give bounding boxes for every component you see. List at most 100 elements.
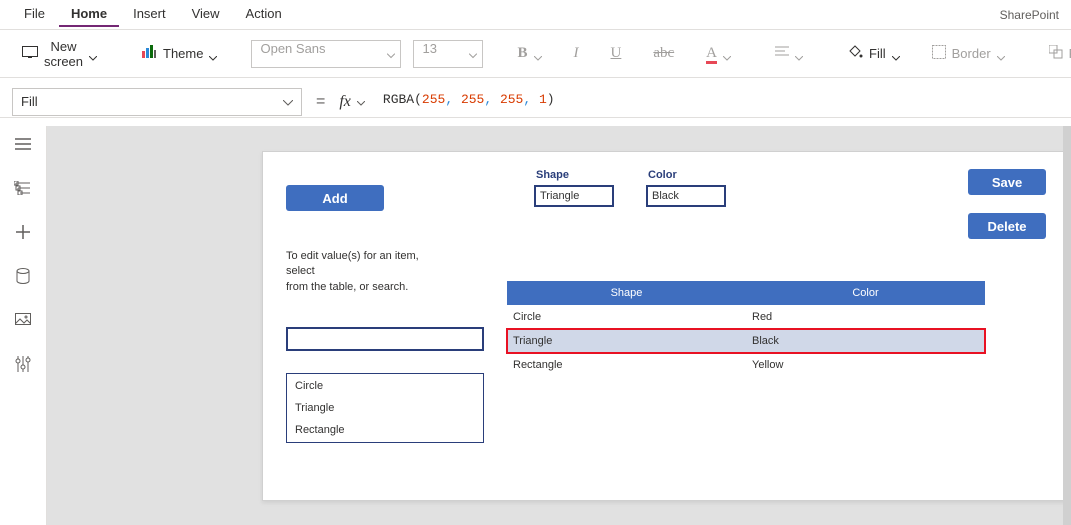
table-row[interactable]: Circle Red xyxy=(507,305,985,329)
reorder-button[interactable]: Reorde xyxy=(1039,39,1071,68)
list-item[interactable]: Rectangle xyxy=(295,424,475,436)
chevron-down-icon xyxy=(357,94,365,109)
list-item[interactable]: Triangle xyxy=(295,402,475,414)
table-cell: Rectangle xyxy=(507,359,746,371)
formula-arg: 255 xyxy=(461,92,484,107)
fx-button[interactable]: fx xyxy=(339,93,365,111)
theme-button[interactable]: Theme xyxy=(131,39,227,68)
align-icon xyxy=(775,46,789,61)
list-item[interactable]: Circle xyxy=(295,380,475,392)
help-line: To edit value(s) for an item, select xyxy=(286,249,446,280)
chevron-down-icon xyxy=(209,50,217,58)
italic-icon: I xyxy=(574,45,579,62)
fill-button[interactable]: Fill xyxy=(837,39,910,68)
font-size-value: 13 xyxy=(413,40,483,68)
brand-label: SharePoint xyxy=(1000,8,1059,22)
shape-input[interactable] xyxy=(534,185,614,207)
font-size-select[interactable]: 13 xyxy=(413,40,483,68)
search-input[interactable] xyxy=(286,327,484,351)
fields-group: Shape Color xyxy=(534,169,726,207)
menu-action[interactable]: Action xyxy=(234,2,294,27)
font-color-icon: A xyxy=(706,45,717,62)
underline-icon: U xyxy=(611,45,622,62)
italic-button[interactable]: I xyxy=(564,39,589,68)
property-select[interactable]: Fill xyxy=(12,88,302,116)
menu-insert[interactable]: Insert xyxy=(121,2,178,27)
bold-icon: B xyxy=(517,45,527,62)
table-header-color: Color xyxy=(746,281,985,305)
font-select[interactable]: Open Sans xyxy=(251,40,401,68)
table-header: Shape Color xyxy=(507,281,985,305)
new-screen-label: New screen xyxy=(44,39,83,69)
tree-view-icon[interactable] xyxy=(13,178,33,198)
color-field: Color xyxy=(646,169,726,207)
chevron-down-icon xyxy=(795,50,803,58)
color-label: Color xyxy=(646,169,726,181)
save-button[interactable]: Save xyxy=(968,169,1046,195)
menu-file[interactable]: File xyxy=(12,2,57,27)
border-label: Border xyxy=(952,46,991,61)
align-button[interactable] xyxy=(765,40,813,67)
data-icon[interactable] xyxy=(13,266,33,286)
shape-field: Shape xyxy=(534,169,614,207)
button-group: Save Delete xyxy=(968,169,1046,239)
formula-arg: 255 xyxy=(500,92,523,107)
formula-open: ( xyxy=(414,92,422,107)
underline-button[interactable]: U xyxy=(601,39,632,68)
chevron-down-icon xyxy=(283,94,293,109)
chevron-down-icon xyxy=(892,50,900,58)
new-screen-button[interactable]: New screen xyxy=(12,33,107,75)
fx-icon: fx xyxy=(339,93,351,111)
chevron-down-icon xyxy=(723,50,731,58)
add-button[interactable]: Add xyxy=(286,185,384,211)
settings-icon[interactable] xyxy=(13,354,33,374)
hamburger-icon[interactable] xyxy=(13,134,33,154)
formula-arg: 1 xyxy=(539,92,547,107)
fill-label: Fill xyxy=(869,46,886,61)
table-cell: Triangle xyxy=(507,335,746,347)
help-text: To edit value(s) for an item, select fro… xyxy=(286,249,446,295)
table-cell: Yellow xyxy=(746,359,985,371)
canvas-page[interactable]: Add To edit value(s) for an item, select… xyxy=(262,151,1070,501)
table-row[interactable]: Rectangle Yellow xyxy=(507,353,985,377)
menu-home[interactable]: Home xyxy=(59,2,119,27)
chevron-down-icon xyxy=(534,50,542,58)
formula-input[interactable]: RGBA(255, 255, 255, 1) xyxy=(375,88,1059,116)
canvas-area: Add To edit value(s) for an item, select… xyxy=(47,126,1071,525)
formula-bar: Fill = fx RGBA(255, 255, 255, 1) xyxy=(0,86,1071,118)
property-value: Fill xyxy=(21,94,38,109)
listbox[interactable]: Circle Triangle Rectangle xyxy=(286,373,484,443)
menu-view[interactable]: View xyxy=(180,2,232,27)
theme-label: Theme xyxy=(163,46,203,61)
formula-comma: , xyxy=(445,92,461,107)
font-color-button[interactable]: A xyxy=(696,39,741,68)
left-column: Add To edit value(s) for an item, select… xyxy=(286,169,484,443)
app-header: File Home Insert View Action SharePoint xyxy=(0,0,1071,30)
delete-button[interactable]: Delete xyxy=(968,213,1046,239)
color-input[interactable] xyxy=(646,185,726,207)
workspace: Add To edit value(s) for an item, select… xyxy=(0,126,1071,525)
font-select-value: Open Sans xyxy=(251,40,401,68)
formula-close: ) xyxy=(547,92,555,107)
data-table: Shape Color Circle Red Triangle Black Re… xyxy=(507,281,985,377)
scrollbar[interactable] xyxy=(1063,126,1071,525)
table-cell: Black xyxy=(746,335,985,347)
help-line: from the table, or search. xyxy=(286,280,446,295)
formula-comma: , xyxy=(523,92,539,107)
bold-button[interactable]: B xyxy=(507,39,551,68)
shape-label: Shape xyxy=(534,169,614,181)
table-cell: Red xyxy=(746,311,985,323)
formula-comma: , xyxy=(484,92,500,107)
table-row[interactable]: Triangle Black xyxy=(507,329,985,353)
paint-bucket-icon xyxy=(847,45,863,62)
formula-fn: RGBA xyxy=(383,92,414,107)
strike-button[interactable]: abc xyxy=(643,39,684,68)
table-header-shape: Shape xyxy=(507,281,746,305)
border-button[interactable]: Border xyxy=(922,39,1015,68)
screen-icon xyxy=(22,46,38,61)
add-icon[interactable] xyxy=(13,222,33,242)
chevron-down-icon xyxy=(89,50,97,58)
left-rail xyxy=(0,126,47,525)
formula-arg: 255 xyxy=(422,92,445,107)
media-icon[interactable] xyxy=(13,310,33,330)
